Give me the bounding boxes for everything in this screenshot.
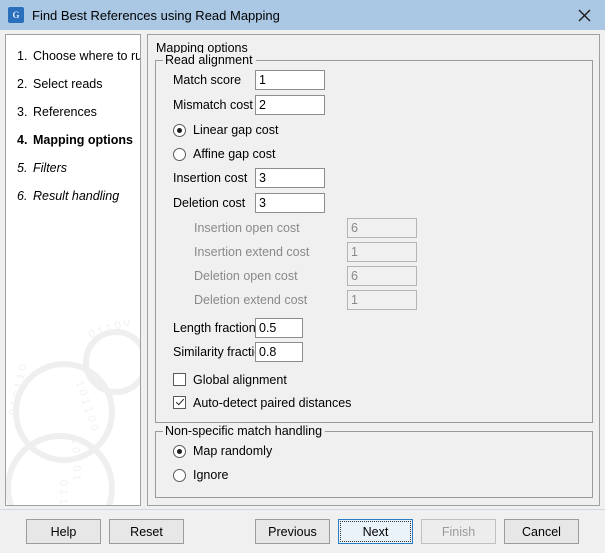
step-number: 2. — [17, 77, 33, 92]
app-icon — [8, 7, 24, 23]
auto-detect-paired-label: Auto-detect paired distances — [193, 396, 351, 410]
deletion-extend-cost-row: Deletion extend cost — [164, 289, 584, 311]
match-score-label: Match score — [164, 73, 255, 87]
length-fraction-row: Length fraction — [164, 317, 584, 339]
svg-text:0 1 1 0 1 0: 0 1 1 0 1 0 — [57, 480, 69, 506]
sidebar-step-3[interactable]: 3. References — [6, 105, 140, 120]
insertion-extend-cost-row: Insertion extend cost — [164, 241, 584, 263]
dialog-window: Find Best References using Read Mapping … — [0, 0, 605, 553]
close-button[interactable] — [563, 0, 605, 30]
step-number: 4. — [17, 133, 33, 148]
deletion-extend-cost-label: Deletion extend cost — [194, 293, 347, 307]
match-score-input[interactable] — [255, 70, 325, 90]
ignore-label: Ignore — [193, 468, 228, 482]
next-button[interactable]: Next — [338, 519, 413, 544]
non-specific-match-group: Non-specific match handling Map randomly… — [155, 431, 593, 498]
affine-gap-cost-label: Affine gap cost — [193, 147, 275, 161]
sidebar-step-2[interactable]: 2. Select reads — [6, 77, 140, 92]
sidebar-step-6[interactable]: 6. Result handling — [6, 189, 140, 204]
deletion-cost-row: Deletion cost — [164, 192, 584, 214]
insertion-open-cost-input — [347, 218, 417, 238]
step-list: 1. Choose where to run 2. Select reads 3… — [6, 35, 140, 204]
deletion-extend-cost-input — [347, 290, 417, 310]
mismatch-cost-row: Mismatch cost — [164, 94, 584, 116]
similarity-fraction-input[interactable] — [255, 342, 303, 362]
step-number: 3. — [17, 105, 33, 120]
step-number: 1. — [17, 49, 33, 64]
linear-gap-cost-radio[interactable] — [173, 124, 186, 137]
affine-gap-cost-row[interactable]: Affine gap cost — [164, 143, 584, 165]
dialog-body: 0 1 1 0 0 1 0 1 1 0 0 1 0 1 0 1 0 1 1 0 … — [0, 30, 605, 509]
reset-button[interactable]: Reset — [109, 519, 184, 544]
global-alignment-label: Global alignment — [193, 373, 287, 387]
left-button-group: Help Reset — [26, 519, 184, 544]
sidebar-step-4[interactable]: 4. Mapping options — [6, 133, 140, 148]
deletion-cost-input[interactable] — [255, 193, 325, 213]
dialog-button-bar: Help Reset Previous Next Finish Cancel — [0, 509, 605, 553]
similarity-fraction-label: Similarity fraction — [164, 345, 255, 359]
map-randomly-radio[interactable] — [173, 445, 186, 458]
global-alignment-checkbox[interactable] — [173, 373, 186, 386]
step-number: 5. — [17, 161, 33, 176]
title-bar: Find Best References using Read Mapping — [0, 0, 605, 30]
step-label: Choose where to run — [33, 49, 141, 64]
similarity-fraction-row: Similarity fraction — [164, 341, 584, 363]
step-label: Select reads — [33, 77, 134, 92]
cancel-button[interactable]: Cancel — [504, 519, 579, 544]
step-label: Result handling — [33, 189, 134, 204]
step-label: References — [33, 105, 134, 120]
deletion-open-cost-input — [347, 266, 417, 286]
step-label: Filters — [33, 161, 134, 176]
match-score-row: Match score — [164, 69, 584, 91]
auto-detect-paired-checkbox[interactable] — [173, 396, 186, 409]
help-button[interactable]: Help — [26, 519, 101, 544]
insertion-extend-cost-label: Insertion extend cost — [194, 245, 347, 259]
insertion-cost-input[interactable] — [255, 168, 325, 188]
insertion-open-cost-label: Insertion open cost — [194, 221, 347, 235]
mismatch-cost-label: Mismatch cost — [164, 98, 255, 112]
window-title: Find Best References using Read Mapping — [32, 8, 280, 23]
previous-button[interactable]: Previous — [255, 519, 330, 544]
close-icon — [578, 9, 591, 22]
deletion-cost-label: Deletion cost — [164, 196, 255, 210]
finish-button: Finish — [421, 519, 496, 544]
auto-detect-paired-row[interactable]: Auto-detect paired distances — [164, 392, 584, 413]
wizard-sidebar: 0 1 1 0 0 1 0 1 1 0 0 1 0 1 0 1 0 1 1 0 … — [5, 34, 141, 506]
length-fraction-label: Length fraction — [164, 321, 255, 335]
deletion-open-cost-row: Deletion open cost — [164, 265, 584, 287]
step-number: 6. — [17, 189, 33, 204]
svg-text:0 1 1 0 0: 0 1 1 0 0 — [87, 320, 131, 341]
ignore-radio[interactable] — [173, 469, 186, 482]
affine-gap-cost-radio[interactable] — [173, 148, 186, 161]
sidebar-step-1[interactable]: 1. Choose where to run — [6, 49, 140, 64]
insertion-cost-row: Insertion cost — [164, 167, 584, 189]
next-button-label: Next — [363, 525, 389, 539]
sidebar-step-5[interactable]: 5. Filters — [6, 161, 140, 176]
map-randomly-row[interactable]: Map randomly — [164, 440, 584, 462]
ignore-row[interactable]: Ignore — [164, 464, 584, 486]
mismatch-cost-input[interactable] — [255, 95, 325, 115]
spiral-watermark-icon: 0 1 1 0 0 1 0 1 1 0 0 1 0 1 0 1 0 1 1 0 … — [5, 320, 141, 506]
linear-gap-cost-row[interactable]: Linear gap cost — [164, 119, 584, 141]
global-alignment-row[interactable]: Global alignment — [164, 369, 584, 390]
length-fraction-input[interactable] — [255, 318, 303, 338]
linear-gap-cost-label: Linear gap cost — [193, 123, 278, 137]
read-alignment-group-title: Read alignment — [163, 53, 256, 67]
insertion-extend-cost-input — [347, 242, 417, 262]
map-randomly-label: Map randomly — [193, 444, 272, 458]
read-alignment-group: Read alignment Match score Mismatch cost… — [155, 60, 593, 423]
non-specific-match-group-title: Non-specific match handling — [163, 424, 325, 438]
svg-text:1 0 1 0 1: 1 0 1 0 1 — [69, 438, 82, 481]
insertion-open-cost-row: Insertion open cost — [164, 217, 584, 239]
right-button-group: Previous Next Finish Cancel — [255, 519, 579, 544]
insertion-cost-label: Insertion cost — [164, 171, 255, 185]
svg-text:1 0 1 1 0 0: 1 0 1 1 0 0 — [73, 379, 100, 432]
step-label: Mapping options — [33, 133, 134, 148]
mapping-options-panel: Mapping options Read alignment Match sco… — [147, 34, 600, 506]
deletion-open-cost-label: Deletion open cost — [194, 269, 347, 283]
svg-text:0 1 0 1 1 0: 0 1 0 1 1 0 — [7, 363, 30, 416]
